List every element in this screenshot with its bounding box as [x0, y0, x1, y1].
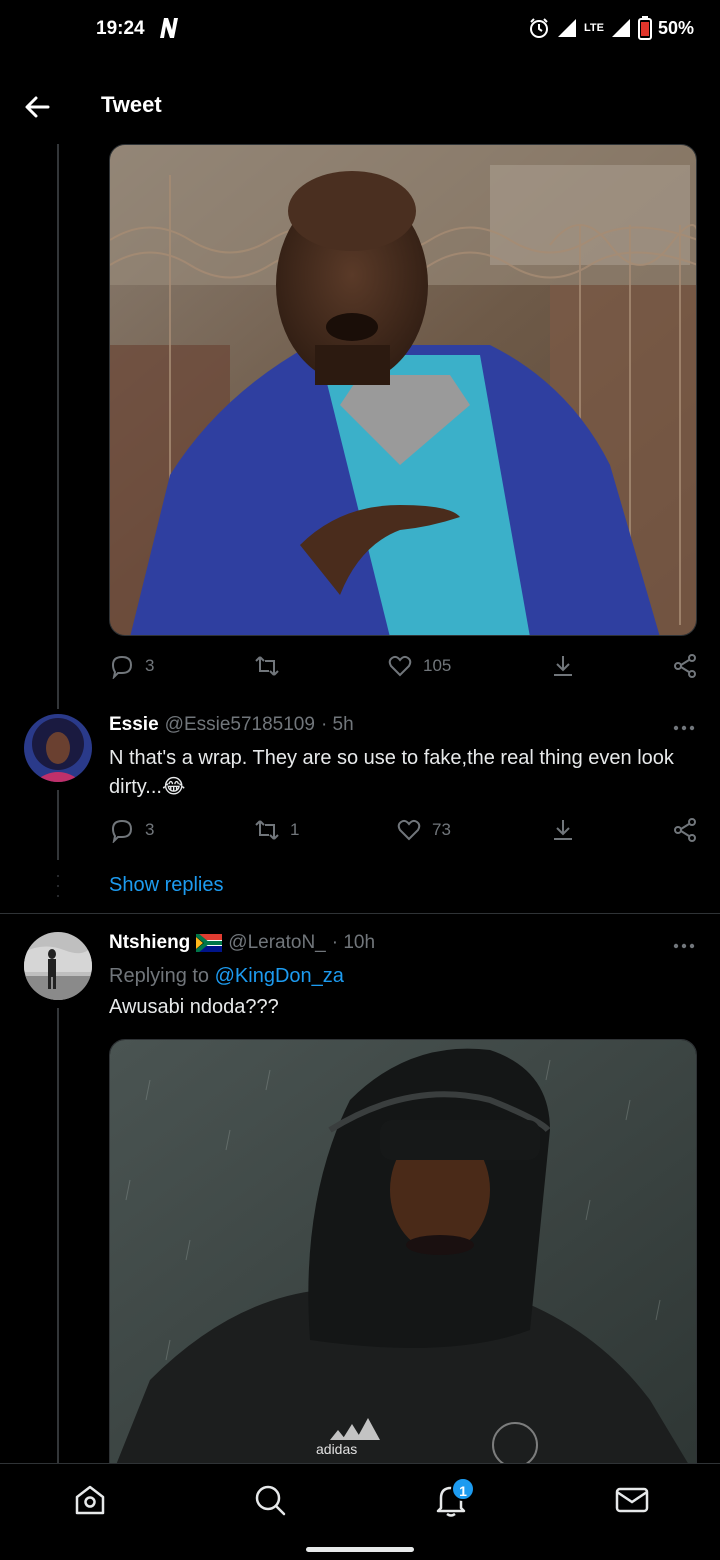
- more-options-icon[interactable]: [672, 723, 696, 733]
- top-app-bar: Tweet: [0, 70, 720, 144]
- gesture-home-indicator[interactable]: [306, 1547, 414, 1552]
- page-title: Tweet: [101, 92, 162, 117]
- username[interactable]: @Essie57185109: [165, 714, 315, 736]
- notifications-badge: 1: [451, 1477, 475, 1501]
- thread-line: [57, 1008, 59, 1463]
- share-button[interactable]: [672, 653, 698, 679]
- download-icon: [554, 820, 572, 840]
- divider: [0, 913, 720, 914]
- back-arrow-icon[interactable]: [20, 90, 54, 124]
- heart-icon: [397, 819, 421, 841]
- reply-button[interactable]: 3: [109, 817, 154, 843]
- share-button[interactable]: [672, 817, 698, 843]
- messages-mail-icon[interactable]: [614, 1482, 650, 1518]
- signal-icon: [558, 19, 576, 37]
- adidas-logo-text: adidas: [316, 1441, 357, 1457]
- download-icon: [554, 656, 572, 676]
- download-button[interactable]: [550, 653, 576, 679]
- retweet-button[interactable]: [254, 653, 290, 679]
- username[interactable]: @LeratoN_: [228, 932, 325, 954]
- thread-dots: [57, 875, 59, 897]
- reply-icon: [111, 655, 133, 679]
- south-africa-flag-icon: [196, 934, 223, 952]
- bottom-navigation: 1: [0, 1463, 720, 1560]
- status-right: LTE 50%: [528, 16, 694, 40]
- retweet-icon: [255, 656, 279, 676]
- tweet-header: Ntshieng @LeratoN_ · 10h: [109, 932, 375, 954]
- replying-to-line: Replying to @KingDon_za: [109, 962, 701, 991]
- tweet-actions: 3 105: [109, 653, 701, 683]
- netflix-notification-icon: [160, 18, 178, 38]
- display-name[interactable]: Ntshieng: [109, 932, 190, 954]
- tweet-actions: 3 1 73: [109, 817, 701, 847]
- status-bar: 19:24 LTE 50%: [0, 0, 720, 60]
- timestamp: · 10h: [331, 932, 376, 953]
- alarm-icon: [530, 18, 548, 38]
- status-time: 19:24: [96, 18, 145, 39]
- heart-icon: [388, 655, 412, 677]
- thread-line: [57, 144, 59, 709]
- download-button[interactable]: [550, 817, 576, 843]
- avatar-image: [24, 932, 92, 1000]
- avatar-image: [24, 714, 92, 782]
- like-count: 105: [423, 656, 452, 675]
- network-type-label: LTE: [584, 21, 604, 34]
- battery-icon: [637, 16, 652, 40]
- share-icon: [674, 654, 696, 678]
- reply-button[interactable]: 3: [109, 653, 154, 679]
- signal-icon-2: [611, 19, 630, 37]
- like-count: 73: [432, 820, 451, 839]
- timestamp: · 5h: [320, 714, 354, 735]
- share-icon: [674, 818, 696, 842]
- avatar-ntshieng[interactable]: [24, 932, 92, 1000]
- tweet-header: Essie @Essie57185109 · 5h: [109, 714, 354, 736]
- retweet-count: 1: [290, 820, 300, 839]
- retweet-icon: [255, 820, 279, 840]
- reply-icon: [111, 819, 133, 843]
- reply-count: 3: [145, 656, 155, 675]
- display-name[interactable]: Essie: [109, 714, 159, 736]
- tweet-text: Awusabi ndoda???: [109, 996, 279, 1018]
- man-in-rain-jacket-photo: adidas: [110, 1040, 696, 1478]
- thread-line: [57, 790, 59, 860]
- reply-count: 3: [145, 820, 155, 839]
- tweet-media-image-1[interactable]: [109, 144, 697, 636]
- avatar-essie[interactable]: [24, 714, 92, 782]
- replying-to-label: Replying to: [109, 965, 210, 987]
- more-options-icon[interactable]: [672, 941, 696, 951]
- retweet-button[interactable]: 1: [254, 817, 299, 843]
- show-replies-link[interactable]: Show replies: [109, 874, 224, 897]
- like-button[interactable]: 73: [396, 817, 451, 843]
- search-icon[interactable]: [252, 1482, 288, 1518]
- battery-percent: 50%: [657, 17, 694, 38]
- replying-to-handle[interactable]: @KingDon_za: [215, 965, 344, 987]
- like-button[interactable]: 105: [387, 653, 451, 679]
- home-icon[interactable]: [72, 1482, 108, 1518]
- tweet-text: N that's a wrap. They are so use to fake…: [109, 747, 674, 798]
- man-in-blue-overalls-photo: [110, 145, 696, 635]
- tweet-media-image-2[interactable]: adidas: [109, 1039, 697, 1479]
